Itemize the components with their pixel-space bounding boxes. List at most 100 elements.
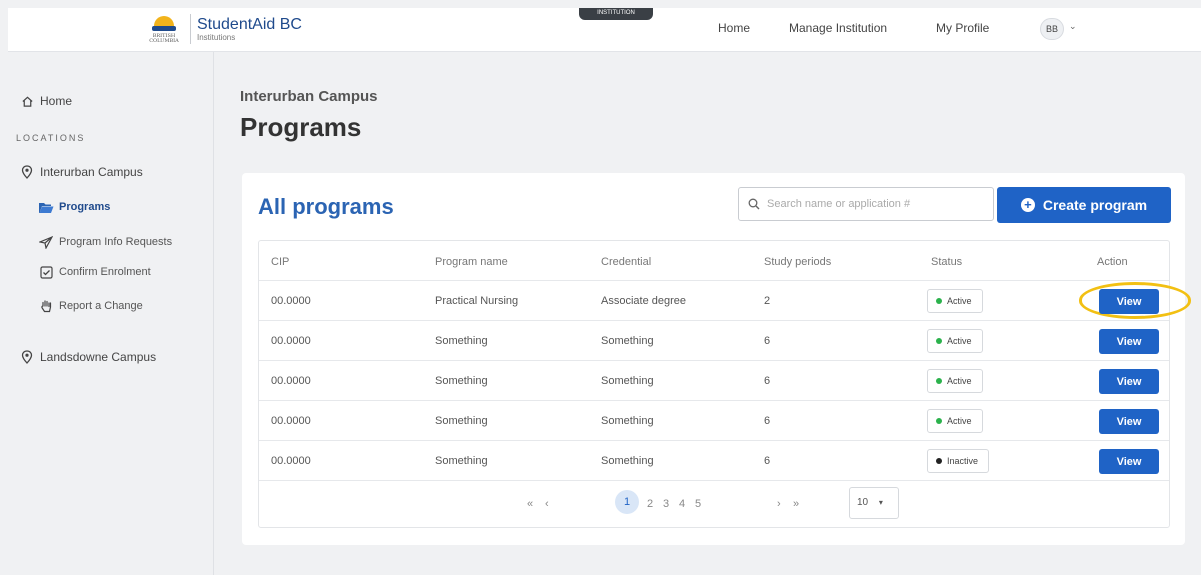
cell-credential: Something — [601, 375, 654, 387]
programs-table: CIP Program name Credential Study period… — [258, 240, 1191, 528]
cell-credential: Associate degree — [601, 295, 686, 307]
status-label: Inactive — [947, 456, 979, 466]
cell-program-name: Something — [435, 415, 488, 427]
status-badge: Active — [927, 409, 983, 433]
status-dot — [936, 418, 942, 424]
sidebar-item-label: Home — [40, 94, 73, 108]
sidebar-item-home[interactable]: Home — [19, 93, 72, 109]
sidebar-campus-interurban[interactable]: Interurban Campus — [19, 164, 143, 180]
page-4[interactable]: 4 — [679, 498, 685, 510]
table-row: 00.0000 Something Something 6 Inactive V… — [259, 441, 1169, 481]
top-header: BRITISH COLUMBIA StudentAid BC Instituti… — [8, 8, 1201, 52]
campus-label: Landsdowne Campus — [40, 350, 157, 364]
status-dot — [936, 338, 942, 344]
status-dot — [936, 298, 942, 304]
search-box[interactable] — [738, 187, 994, 221]
send-icon — [38, 234, 54, 250]
next-page-icon[interactable]: › — [777, 498, 781, 510]
sidebar-item-label: Confirm Enrolment — [59, 266, 151, 278]
table-header: CIP Program name Credential Study period… — [259, 241, 1169, 281]
view-button[interactable]: View — [1099, 449, 1159, 474]
cell-study-periods: 6 — [764, 335, 771, 347]
pagination: « ‹ 1 2 3 4 5 › » 10 ▾ — [259, 482, 1169, 528]
first-page-icon[interactable]: « — [527, 498, 533, 510]
bc-government-logo: BRITISH COLUMBIA — [146, 12, 182, 46]
cell-cip: 00.0000 — [271, 455, 311, 467]
breadcrumb: Interurban Campus — [240, 88, 378, 105]
page-1[interactable]: 1 — [615, 490, 639, 514]
brand-subtitle: Institutions — [197, 32, 236, 42]
status-dot — [936, 378, 942, 384]
sidebar-item-label: Program Info Requests — [59, 236, 173, 248]
last-page-icon[interactable]: » — [793, 498, 799, 510]
sidebar-item-report-a-change[interactable]: Report a Change — [38, 298, 143, 314]
page-title: Programs — [240, 112, 362, 142]
cell-program-name: Something — [435, 335, 488, 347]
cell-program-name: Something — [435, 375, 488, 387]
status-label: Active — [947, 376, 972, 386]
sidebar-item-label: Report a Change — [59, 300, 143, 312]
status-dot — [936, 458, 942, 464]
header-action: Action — [1097, 256, 1128, 268]
campus-label: Interurban Campus — [40, 165, 143, 179]
page-2[interactable]: 2 — [647, 498, 653, 510]
view-button[interactable]: View — [1099, 409, 1159, 434]
search-input[interactable] — [767, 196, 987, 212]
page-5[interactable]: 5 — [695, 498, 701, 510]
cell-cip: 00.0000 — [271, 375, 311, 387]
cell-study-periods: 6 — [764, 415, 771, 427]
sidebar-item-programs[interactable]: Programs — [38, 199, 110, 215]
header-program-name: Program name — [435, 256, 508, 268]
cell-cip: 00.0000 — [271, 295, 311, 307]
location-pin-icon — [19, 349, 35, 365]
sidebar-item-confirm-enrolment[interactable]: Confirm Enrolment — [38, 264, 151, 280]
chevron-down-icon: ▾ — [878, 498, 883, 507]
header-study-periods: Study periods — [764, 256, 832, 268]
page-size-value: 10 — [857, 497, 869, 508]
card-title: All programs — [258, 194, 394, 219]
nav-my-profile[interactable]: My Profile — [936, 21, 989, 35]
environment-badge: INSTITUTION — [579, 8, 653, 20]
page-size-select[interactable]: 10 ▾ — [849, 487, 899, 519]
cell-study-periods: 6 — [764, 455, 771, 467]
page-3[interactable]: 3 — [663, 498, 669, 510]
view-button[interactable]: View — [1099, 289, 1159, 314]
status-label: Active — [947, 336, 972, 346]
nav-home[interactable]: Home — [718, 21, 750, 35]
table-row: 00.0000 Something Something 6 Active Vie… — [259, 361, 1169, 401]
sidebar-campus-landsdowne[interactable]: Landsdowne Campus — [19, 349, 156, 365]
folder-open-icon — [38, 199, 54, 215]
cell-program-name: Something — [435, 455, 488, 467]
cell-study-periods: 2 — [764, 295, 771, 307]
programs-card: All programs + Create program CIP Progra… — [242, 173, 1191, 545]
search-icon — [748, 197, 760, 215]
logo-wordmark: BRITISH COLUMBIA — [149, 33, 179, 44]
home-icon — [19, 93, 35, 109]
cell-program-name: Practical Nursing — [435, 295, 519, 307]
status-badge: Active — [927, 369, 983, 393]
status-badge: Active — [927, 329, 983, 353]
create-program-label: Create program — [1042, 197, 1148, 213]
sidebar: Home LOCATIONS Interurban Campus Program… — [8, 52, 214, 575]
table-row: 00.0000 Something Something 6 Active Vie… — [259, 321, 1169, 361]
view-button[interactable]: View — [1099, 329, 1159, 354]
status-badge: Active — [927, 289, 983, 313]
brand-title: StudentAid BC — [197, 15, 302, 33]
status-label: Active — [947, 296, 972, 306]
chevron-down-icon[interactable]: ⌄ — [1069, 21, 1077, 32]
status-label: Active — [947, 416, 972, 426]
nav-manage-institution[interactable]: Manage Institution — [789, 21, 887, 35]
header-cip: CIP — [271, 256, 290, 268]
plus-circle-icon: + — [1020, 198, 1035, 212]
cell-cip: 00.0000 — [271, 335, 311, 347]
previous-page-icon[interactable]: ‹ — [545, 498, 549, 510]
cell-credential: Something — [601, 415, 654, 427]
avatar[interactable]: BB — [1040, 18, 1064, 40]
create-program-button[interactable]: + Create program — [997, 187, 1171, 223]
cell-cip: 00.0000 — [271, 415, 311, 427]
sidebar-item-program-info-requests[interactable]: Program Info Requests — [38, 234, 172, 250]
header-credential: Credential — [601, 256, 652, 268]
view-button[interactable]: View — [1099, 369, 1159, 394]
header-status: Status — [931, 256, 963, 268]
brand[interactable]: BRITISH COLUMBIA StudentAid BC Instituti… — [146, 12, 302, 46]
